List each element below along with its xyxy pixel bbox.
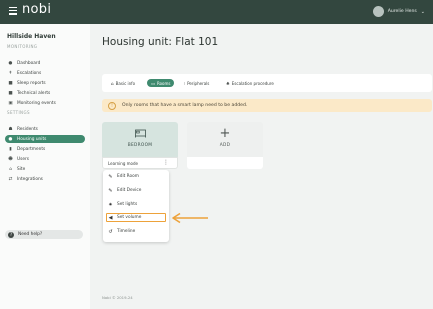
dashboard-icon: ● bbox=[8, 60, 13, 66]
room-mode: Learning mode bbox=[108, 161, 138, 166]
bed-icon bbox=[135, 129, 146, 138]
tab-label: Escalation procedure bbox=[231, 80, 274, 86]
tab-basic-info[interactable]: ⌂ Basic info bbox=[111, 79, 135, 87]
sidebar-item-label: Housing units bbox=[17, 136, 47, 142]
sidebar-item-label: Residents bbox=[17, 126, 38, 132]
warning-icon: ! bbox=[108, 101, 116, 110]
menu-item-label: Edit Device bbox=[117, 188, 142, 193]
sidebar-item-label: Departments bbox=[17, 146, 46, 152]
sidebar-item-label: Sleep reports bbox=[17, 80, 46, 86]
sidebar-item-monitoring-events[interactable]: ▣ Monitoring events bbox=[5, 99, 85, 107]
more-options-icon[interactable]: ⋮ bbox=[163, 159, 169, 166]
history-icon: ↺ bbox=[108, 228, 113, 235]
tab-label: Rooms bbox=[156, 80, 171, 86]
sidebar-item-escalations[interactable]: ↟ Escalations bbox=[5, 69, 85, 77]
technical-alert-icon: ■ bbox=[8, 90, 13, 96]
room-card[interactable]: BEDROOM bbox=[102, 122, 178, 157]
rooms-icon: ▭ bbox=[151, 80, 155, 86]
sidebar-item-label: Dashboard bbox=[17, 60, 41, 66]
need-help-button[interactable]: ? Need help? bbox=[5, 230, 83, 239]
add-card-footer bbox=[187, 157, 263, 169]
sidebar-item-label: Site bbox=[17, 166, 26, 172]
user-name: Aurelie Hens bbox=[387, 9, 417, 14]
avatar bbox=[372, 6, 384, 17]
menu-item-label: Set volume bbox=[117, 215, 142, 220]
menu-item-set-lights[interactable]: ✷ Set lights bbox=[107, 200, 165, 209]
sidebar-item-housing-units[interactable]: ● Housing units bbox=[5, 135, 85, 143]
sidebar-item-users[interactable]: ☻ Users bbox=[5, 155, 85, 163]
users-icon: ☻ bbox=[8, 156, 13, 162]
menu-item-edit-device[interactable]: ✎ Edit Device bbox=[107, 186, 165, 195]
sidebar-item-label: Users bbox=[17, 156, 30, 162]
tab-bar: ⌂ Basic info ▭ Rooms ⫶ Peripherals ♣ Esc… bbox=[102, 74, 432, 92]
sidebar-item-label: Integrations bbox=[17, 176, 43, 182]
menu-item-edit-room[interactable]: ✎ Edit Room bbox=[107, 172, 165, 181]
need-help-label: Need help? bbox=[18, 232, 43, 237]
user-menu[interactable]: Aurelie Hens ⌄ bbox=[372, 6, 425, 17]
add-room-card[interactable]: + ADD bbox=[187, 122, 263, 157]
pencil-icon: ✎ bbox=[108, 187, 113, 194]
room-context-menu: ✎ Edit Room ✎ Edit Device ✷ Set lights ◀… bbox=[103, 170, 169, 242]
sidebar-item-departments[interactable]: ▮ Departments bbox=[5, 145, 85, 153]
sidebar-item-integrations[interactable]: ⇄ Integrations bbox=[5, 175, 85, 183]
chevron-down-icon: ⌄ bbox=[420, 8, 425, 15]
monitoring-events-icon: ▣ bbox=[8, 100, 13, 106]
room-name: BEDROOM bbox=[127, 143, 153, 148]
menu-item-timeline[interactable]: ↺ Timeline bbox=[107, 227, 165, 236]
integrations-icon: ⇄ bbox=[8, 176, 13, 182]
sidebar-item-dashboard[interactable]: ● Dashboard bbox=[5, 59, 85, 67]
app-logo[interactable]: nobi bbox=[22, 2, 51, 17]
sidebar-item-residents[interactable]: ☗ Residents bbox=[5, 125, 85, 133]
volume-icon: ◀ bbox=[108, 214, 113, 221]
sidebar-item-label: Technical alerts bbox=[17, 90, 51, 96]
top-bar: nobi Aurelie Hens ⌄ bbox=[0, 0, 433, 24]
tab-label: Basic info bbox=[115, 80, 136, 86]
tab-escalation-procedure[interactable]: ♣ Escalation procedure bbox=[226, 79, 274, 87]
lightbulb-icon: ✷ bbox=[108, 201, 113, 208]
warning-banner: ! Only rooms that have a smart lamp need… bbox=[102, 99, 432, 112]
menu-item-label: Timeline bbox=[117, 229, 136, 234]
help-icon: ? bbox=[8, 231, 14, 238]
tab-peripherals[interactable]: ⫶ Peripherals bbox=[184, 79, 209, 87]
tab-rooms[interactable]: ▭ Rooms bbox=[147, 79, 175, 87]
sidebar: Hillside Haven MONITORING ● Dashboard ↟ … bbox=[0, 24, 90, 309]
menu-item-label: Edit Room bbox=[117, 174, 139, 179]
sidebar-item-sleep-reports[interactable]: ■ Sleep reports bbox=[5, 79, 85, 87]
sleep-report-icon: ■ bbox=[8, 80, 13, 86]
residents-icon: ☗ bbox=[8, 126, 13, 132]
menu-item-set-volume[interactable]: ◀ Set volume bbox=[106, 213, 166, 222]
tab-label: Peripherals bbox=[187, 80, 210, 86]
plus-icon: + bbox=[219, 126, 231, 141]
sidebar-item-technical-alerts[interactable]: ■ Technical alerts bbox=[5, 89, 85, 97]
annotation-arrow bbox=[172, 212, 208, 224]
housing-units-icon: ● bbox=[8, 136, 13, 142]
warning-text: Only rooms that have a smart lamp need t… bbox=[122, 103, 248, 108]
section-settings: SETTINGS bbox=[7, 110, 30, 115]
peripherals-icon: ⫶ bbox=[184, 80, 186, 86]
sidebar-item-label: Escalations bbox=[17, 70, 42, 76]
escalation-icon: ↟ bbox=[8, 70, 13, 76]
section-monitoring: MONITORING bbox=[7, 44, 38, 49]
pencil-icon: ✎ bbox=[108, 173, 113, 180]
site-icon: ⌂ bbox=[9, 166, 12, 172]
menu-icon[interactable] bbox=[9, 7, 17, 15]
room-card-footer: Learning mode ⋮ bbox=[102, 157, 178, 169]
add-label: ADD bbox=[219, 143, 231, 148]
sidebar-item-site[interactable]: ⌂ Site bbox=[5, 165, 85, 173]
footer-copyright: Nobi © 2019-24 bbox=[102, 295, 133, 300]
escalation-procedure-icon: ♣ bbox=[226, 80, 230, 86]
sidebar-item-label: Monitoring events bbox=[17, 100, 56, 106]
page-title: Housing unit: Flat 101 bbox=[102, 36, 219, 48]
departments-icon: ▮ bbox=[9, 146, 12, 152]
info-icon: ⌂ bbox=[111, 80, 114, 86]
organization-name: Hillside Haven bbox=[7, 33, 56, 40]
menu-item-label: Set lights bbox=[117, 202, 138, 207]
